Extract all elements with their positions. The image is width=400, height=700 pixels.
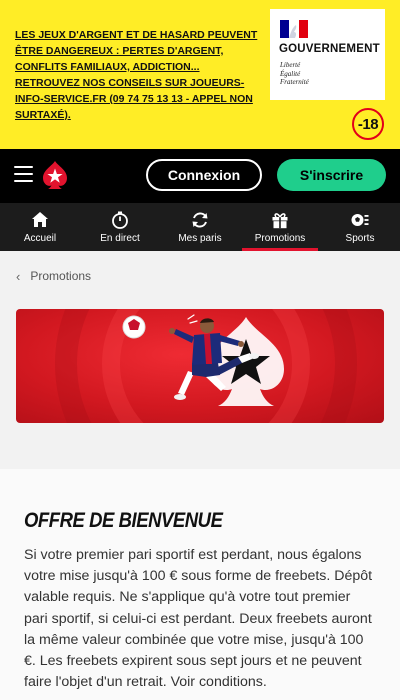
pokerstars-logo-icon[interactable] [40, 160, 70, 190]
nav-item-label: Mes paris [178, 233, 222, 244]
age-restriction-badge: -18 [352, 108, 384, 140]
gambling-warning-banner: Les jeux d'argent et de hasard peuvent ê… [0, 0, 400, 149]
government-title: GOUVERNEMENT [279, 43, 380, 55]
nav-item-label: Accueil [23, 233, 57, 244]
chevron-left-icon[interactable]: ‹ [16, 269, 20, 284]
nav-item-label: Sports [345, 233, 375, 244]
breadcrumb-current[interactable]: Promotions [30, 269, 91, 283]
home-icon [32, 212, 48, 227]
offer-title: OFFRE DE BIENVENUE [24, 509, 223, 532]
refresh-icon [192, 212, 208, 228]
top-header: Connexion S'inscrire [0, 149, 400, 203]
main-nav: Accueil En direct Mes paris Promotions S… [0, 203, 400, 251]
nav-item-mes-paris[interactable]: Mes paris [160, 203, 240, 251]
nav-item-en-direct[interactable]: En direct [80, 203, 160, 251]
welcome-offer-section: OFFRE DE BIENVENUE Si votre premier pari… [0, 469, 400, 700]
promo-banner-area [0, 301, 400, 469]
nav-item-sports[interactable]: Sports [320, 203, 400, 251]
login-button[interactable]: Connexion [146, 159, 262, 191]
government-motto: Liberté Égalité Fraternité [280, 61, 309, 86]
nav-item-promotions[interactable]: Promotions [240, 203, 320, 251]
breadcrumb: ‹ Promotions [0, 251, 400, 301]
nav-item-label: En direct [100, 233, 140, 244]
nav-item-accueil[interactable]: Accueil [0, 203, 80, 251]
stopwatch-icon [112, 211, 128, 229]
nav-item-label: Promotions [254, 233, 306, 244]
offer-description: Si votre premier pari sportif est perdan… [24, 547, 373, 691]
marianne-flag-icon [280, 20, 308, 38]
promo-banner-image[interactable] [16, 309, 384, 423]
football-player-illustration [55, 309, 357, 423]
signup-button[interactable]: S'inscrire [277, 159, 386, 191]
hamburger-menu-icon[interactable] [14, 166, 33, 184]
government-logo: GOUVERNEMENT Liberté Égalité Fraternité [270, 9, 385, 100]
gambling-warning-text[interactable]: Les jeux d'argent et de hasard peuvent ê… [15, 27, 265, 123]
gift-icon [272, 213, 288, 229]
sports-icon [351, 214, 369, 226]
